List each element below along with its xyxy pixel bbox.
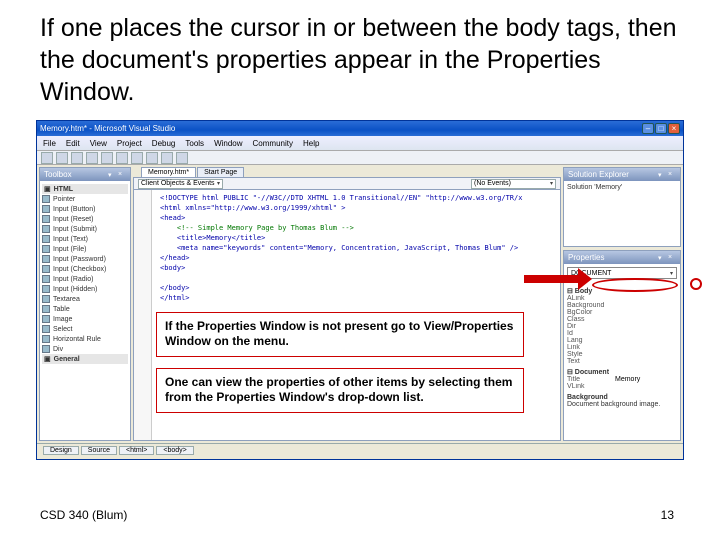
pin-icon[interactable]: ▾ — [108, 171, 116, 179]
close-button[interactable]: × — [668, 123, 680, 134]
toolbox-item[interactable]: Input (Checkbox) — [42, 264, 128, 274]
solution-explorer-panel: Solution Explorer ▾× Solution 'Memory' — [563, 167, 681, 247]
menu-window[interactable]: Window — [214, 139, 242, 148]
toolbox-item[interactable]: Input (Radio) — [42, 274, 128, 284]
menu-file[interactable]: File — [43, 139, 56, 148]
menu-project[interactable]: Project — [117, 139, 142, 148]
editor-view-tabs: Design Source <html> <body> — [37, 443, 683, 457]
minimize-button[interactable]: – — [642, 123, 654, 134]
toolbox-item[interactable]: Textarea — [42, 294, 128, 304]
toolbar-icon[interactable] — [161, 152, 173, 164]
menu-help[interactable]: Help — [303, 139, 319, 148]
tab-source[interactable]: Source — [81, 446, 117, 455]
footer-course: CSD 340 (Blum) — [40, 508, 127, 522]
toolbar-icon[interactable] — [56, 152, 68, 164]
solution-title: Solution Explorer — [568, 170, 629, 179]
maximize-button[interactable]: □ — [655, 123, 667, 134]
tab-memory[interactable]: Memory.htm* — [141, 167, 196, 177]
callout-ellipse — [592, 278, 678, 292]
toolbox-item[interactable]: Input (Hidden) — [42, 284, 128, 294]
close-icon[interactable]: × — [668, 171, 676, 179]
toolbox-item[interactable]: Pointer — [42, 194, 128, 204]
annotation-box-2: One can view the properties of other ite… — [156, 368, 524, 413]
breadcrumb-html[interactable]: <html> — [119, 446, 154, 455]
toolbar-icon[interactable] — [176, 152, 188, 164]
pin-icon[interactable]: ▾ — [658, 254, 666, 262]
toolbar — [37, 150, 683, 165]
toolbar-icon[interactable] — [101, 152, 113, 164]
tab-design[interactable]: Design — [43, 446, 79, 455]
toolbox-item[interactable]: Div — [42, 344, 128, 354]
menu-tools[interactable]: Tools — [185, 139, 204, 148]
toolbar-icon[interactable] — [86, 152, 98, 164]
toolbox-item[interactable]: Select — [42, 324, 128, 334]
toolbox-title: Toolbox — [44, 170, 72, 179]
window-title: Memory.htm* - Microsoft Visual Studio — [40, 124, 175, 133]
toolbox-item[interactable]: Horizontal Rule — [42, 334, 128, 344]
callout-arrow — [524, 275, 578, 283]
toolbar-icon[interactable] — [116, 152, 128, 164]
toolbox-group[interactable]: ▣HTML — [42, 184, 128, 194]
toolbox-item[interactable]: Input (Reset) — [42, 214, 128, 224]
toolbar-icon[interactable] — [146, 152, 158, 164]
events-dropdown[interactable]: (No Events)▾ — [471, 179, 556, 189]
toolbox-panel: Toolbox ▾× ▣HTML Pointer Input (Button) … — [39, 167, 131, 441]
toolbox-item[interactable]: Image — [42, 314, 128, 324]
menu-community[interactable]: Community — [253, 139, 293, 148]
toolbox-item[interactable]: Table — [42, 304, 128, 314]
solution-tree[interactable]: Solution 'Memory' — [564, 181, 680, 194]
annotation-box-1: If the Properties Window is not present … — [156, 312, 524, 357]
properties-title: Properties — [568, 253, 604, 262]
menu-edit[interactable]: Edit — [66, 139, 80, 148]
toolbox-item[interactable]: Input (Button) — [42, 204, 128, 214]
page-number: 13 — [661, 508, 674, 522]
tab-startpage[interactable]: Start Page — [197, 167, 244, 177]
client-objects-dropdown[interactable]: Client Objects & Events▾ — [138, 179, 223, 189]
toolbox-item[interactable]: Input (Text) — [42, 234, 128, 244]
properties-grid[interactable]: ⊟ BodyALinkBackgroundBgColorClassDirIdLa… — [564, 282, 680, 410]
toolbar-icon[interactable] — [71, 152, 83, 164]
toolbox-item[interactable]: Input (Submit) — [42, 224, 128, 234]
toolbox-item[interactable]: Input (Password) — [42, 254, 128, 264]
menu-debug[interactable]: Debug — [152, 139, 176, 148]
toolbar-icon[interactable] — [41, 152, 53, 164]
toolbox-item[interactable]: Input (File) — [42, 244, 128, 254]
close-icon[interactable]: × — [668, 254, 676, 262]
callout-ellipse-small — [690, 278, 702, 290]
breadcrumb-body[interactable]: <body> — [156, 446, 193, 455]
menubar: File Edit View Project Debug Tools Windo… — [37, 136, 683, 150]
pin-icon[interactable]: ▾ — [658, 171, 666, 179]
window-titlebar: Memory.htm* - Microsoft Visual Studio – … — [37, 121, 683, 136]
toolbox-group[interactable]: ▣General — [42, 354, 128, 364]
menu-view[interactable]: View — [90, 139, 107, 148]
close-icon[interactable]: × — [118, 171, 126, 179]
toolbar-icon[interactable] — [131, 152, 143, 164]
slide-title: If one places the cursor in or between t… — [40, 12, 690, 108]
